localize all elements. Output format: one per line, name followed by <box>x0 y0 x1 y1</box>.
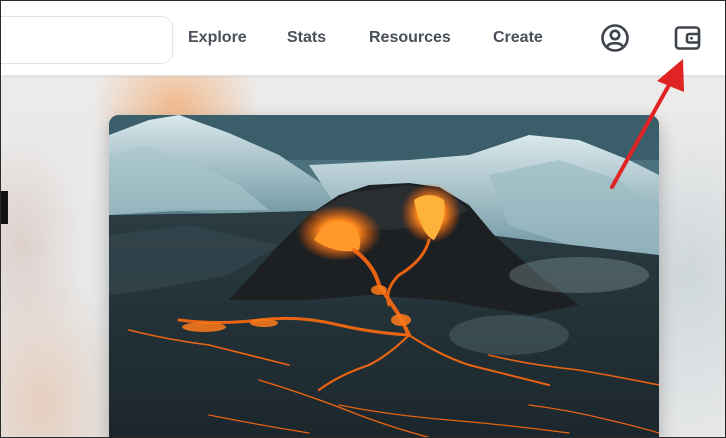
wallet-icon <box>674 26 701 50</box>
nav-stats[interactable]: Stats <box>287 1 326 75</box>
nav-explore[interactable]: Explore <box>188 1 247 75</box>
top-navigation-bar: Explore Stats Resources Create <box>1 1 725 76</box>
volcano-eruption-image[interactable] <box>109 115 659 437</box>
wallet-button[interactable] <box>673 23 703 53</box>
profile-icon <box>601 24 629 52</box>
browser-viewport: Explore Stats Resources Create <box>0 0 726 438</box>
nav-resources[interactable]: Resources <box>369 1 451 75</box>
nav-create[interactable]: Create <box>493 1 543 75</box>
profile-button[interactable] <box>600 23 630 53</box>
volcano-illustration <box>109 115 659 437</box>
hero-heading-fragment <box>1 191 8 224</box>
search-input[interactable] <box>1 16 173 64</box>
